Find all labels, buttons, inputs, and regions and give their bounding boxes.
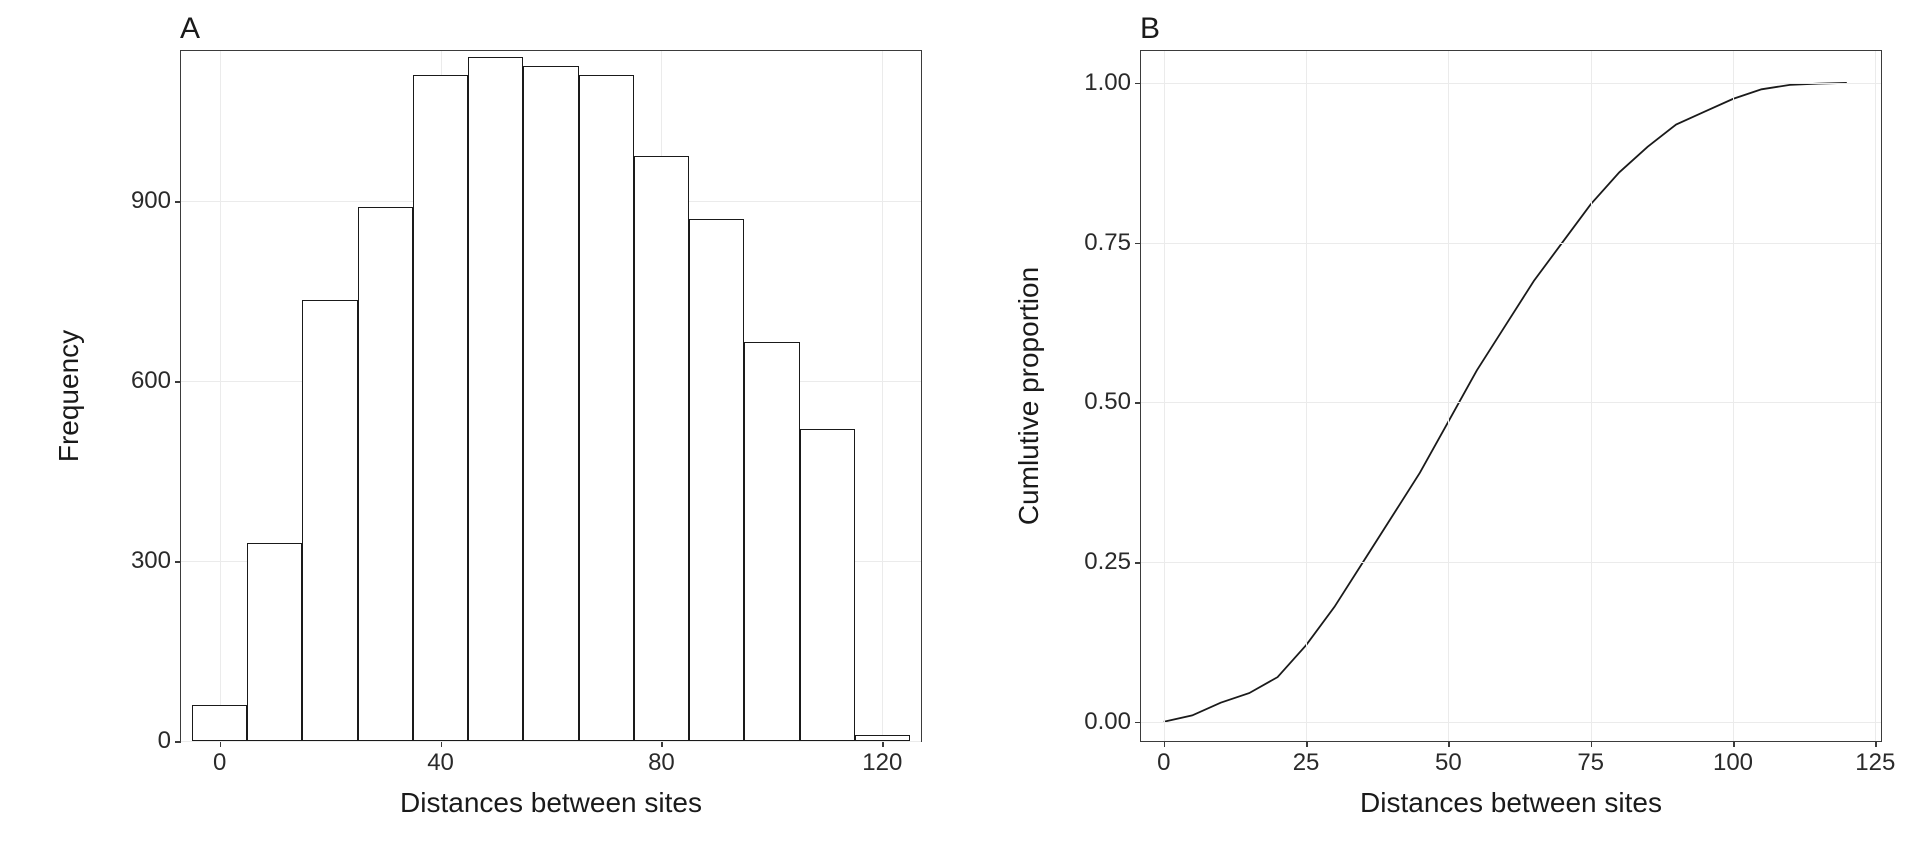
panel-a: A Distances between sites Frequency 0408… [0, 0, 960, 864]
panel-a-ylabel: Frequency [53, 330, 85, 462]
grid-h [1141, 243, 1881, 244]
x-tick-label: 40 [427, 749, 454, 777]
grid-v [882, 51, 883, 741]
grid-h [1141, 562, 1881, 563]
y-tick-mark [1135, 722, 1141, 724]
x-tick-mark [1591, 741, 1593, 747]
panel-a-xlabel: Distances between sites [400, 787, 702, 819]
grid-h [1141, 722, 1881, 723]
x-tick-label: 100 [1713, 749, 1753, 777]
y-tick-mark [1135, 243, 1141, 245]
y-tick-mark [175, 201, 181, 203]
grid-h [1141, 402, 1881, 403]
histogram-bar [413, 75, 468, 741]
x-tick-mark [1306, 741, 1308, 747]
panel-a-plot-area: Distances between sites Frequency 040801… [180, 50, 922, 742]
panel-b-tag: B [1140, 12, 1160, 46]
panel-b-plot-area: Distances between sites Cumlutive propor… [1140, 50, 1882, 742]
grid-v [1164, 51, 1165, 741]
panel-b-xlabel: Distances between sites [1360, 787, 1662, 819]
histogram-bar [579, 75, 634, 741]
x-tick-mark [1448, 741, 1450, 747]
y-tick-label: 1.00 [1084, 69, 1131, 97]
y-tick-label: 0.50 [1084, 388, 1131, 416]
histogram-bar [468, 57, 523, 741]
histogram-bar [247, 543, 302, 741]
x-tick-label: 0 [213, 749, 226, 777]
y-tick-mark [175, 561, 181, 563]
y-tick-label: 0.00 [1084, 708, 1131, 736]
x-tick-label: 50 [1435, 749, 1462, 777]
histogram-bar [744, 342, 799, 741]
grid-h [1141, 83, 1881, 84]
y-tick-label: 0.25 [1084, 548, 1131, 576]
grid-v [1591, 51, 1592, 741]
grid-v [220, 51, 221, 741]
x-tick-label: 80 [648, 749, 675, 777]
grid-v [1875, 51, 1876, 741]
figure: A Distances between sites Frequency 0408… [0, 0, 1920, 864]
x-tick-label: 125 [1855, 749, 1895, 777]
histogram-bar [523, 66, 578, 741]
y-tick-mark [1135, 402, 1141, 404]
y-tick-label: 0.75 [1084, 229, 1131, 257]
panel-b-ylabel: Cumlutive proportion [1013, 267, 1045, 525]
y-tick-label: 300 [131, 547, 171, 575]
x-tick-label: 25 [1293, 749, 1320, 777]
y-tick-label: 600 [131, 367, 171, 395]
grid-v [1306, 51, 1307, 741]
x-tick-label: 0 [1157, 749, 1170, 777]
panel-b: B Distances between sites Cumlutive prop… [960, 0, 1920, 864]
histogram-bar [855, 735, 910, 741]
y-tick-label: 0 [158, 727, 171, 755]
histogram-bar [689, 219, 744, 741]
x-tick-mark [1733, 741, 1735, 747]
y-tick-mark [1135, 562, 1141, 564]
x-tick-mark [1875, 741, 1877, 747]
panel-b-line-svg [1141, 51, 1881, 741]
x-tick-mark [1164, 741, 1166, 747]
grid-v [1448, 51, 1449, 741]
histogram-bar [302, 300, 357, 741]
x-tick-label: 120 [862, 749, 902, 777]
histogram-bar [192, 705, 247, 741]
histogram-bar [800, 429, 855, 741]
y-tick-label: 900 [131, 187, 171, 215]
y-tick-mark [175, 381, 181, 383]
histogram-bar [358, 207, 413, 741]
grid-v [1733, 51, 1734, 741]
grid-h [181, 741, 921, 742]
panel-a-tag: A [180, 12, 200, 46]
x-tick-label: 75 [1577, 749, 1604, 777]
y-tick-mark [1135, 83, 1141, 85]
histogram-bar [634, 156, 689, 741]
y-tick-mark [175, 741, 181, 743]
